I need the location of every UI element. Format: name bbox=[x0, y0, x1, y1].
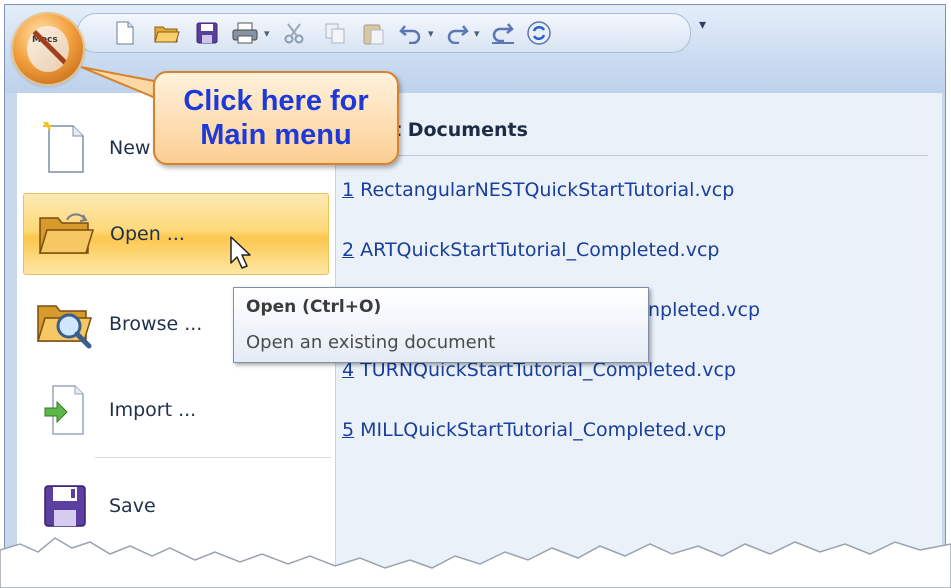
recent-document-item[interactable]: 1 RectangularNESTQuickStartTutorial.vcp bbox=[342, 179, 734, 201]
recent-item-name: RectangularNESTQuickStartTutorial.vcp bbox=[354, 179, 735, 201]
app-logo-icon: Mecs bbox=[27, 26, 69, 72]
recent-document-item[interactable]: 2 ARTQuickStartTutorial_Completed.vcp bbox=[342, 239, 719, 261]
callout-line-2: Main menu bbox=[200, 119, 352, 151]
menu-item-browse-label: Browse ... bbox=[109, 313, 203, 335]
redo-all-icon[interactable] bbox=[490, 20, 516, 46]
tooltip-description: Open an existing document bbox=[246, 332, 496, 353]
browse-folder-icon bbox=[33, 292, 97, 356]
recent-item-number: 5 bbox=[342, 419, 355, 441]
undo-dropdown-arrow-icon[interactable]: ▾ bbox=[428, 27, 434, 40]
tooltip-title: Open (Ctrl+O) bbox=[246, 297, 382, 317]
print-icon[interactable] bbox=[232, 20, 258, 46]
customize-toolbar-arrow-icon[interactable]: ▾ bbox=[699, 17, 706, 33]
save-icon[interactable] bbox=[194, 20, 220, 46]
new-document-icon bbox=[33, 116, 97, 180]
new-file-icon[interactable] bbox=[112, 20, 138, 46]
recent-item-number: 2 bbox=[342, 239, 355, 261]
recent-item-name: npleted.vcp bbox=[648, 299, 761, 321]
recent-item-number: 1 bbox=[342, 179, 355, 201]
recent-item-name: ARTQuickStartTutorial_Completed.vcp bbox=[354, 239, 720, 261]
cut-icon[interactable] bbox=[282, 20, 308, 46]
recent-document-item[interactable]: 5 MILLQuickStartTutorial_Completed.vcp bbox=[342, 419, 726, 441]
paste-icon[interactable] bbox=[360, 20, 386, 46]
menu-separator bbox=[95, 457, 331, 458]
menu-item-open[interactable]: Open ... bbox=[23, 193, 329, 275]
redo-icon[interactable] bbox=[444, 20, 470, 46]
quick-access-toolbar: ▾ ▾ ▾ bbox=[77, 13, 691, 53]
import-icon bbox=[33, 378, 97, 442]
open-folder-icon bbox=[34, 202, 98, 266]
recent-documents-title: t Documents bbox=[392, 119, 528, 141]
open-tooltip: Open (Ctrl+O) Open an existing document bbox=[233, 287, 649, 363]
office-menu-window: ▾ ▾ ▾ ▾ Mecs bbox=[4, 4, 946, 588]
recent-item-name: MILLQuickStartTutorial_Completed.vcp bbox=[354, 419, 727, 441]
print-dropdown-arrow-icon[interactable]: ▾ bbox=[264, 27, 270, 40]
recent-document-item[interactable]: npleted.vcp bbox=[648, 299, 760, 321]
menu-item-new-label: New bbox=[109, 137, 151, 159]
main-menu-callout: Click here for Main menu bbox=[153, 71, 399, 165]
mouse-pointer-icon bbox=[230, 236, 251, 269]
callout-line-1: Click here for bbox=[183, 85, 369, 117]
menu-item-import-label: Import ... bbox=[109, 399, 197, 421]
main-menu-button[interactable]: Mecs bbox=[13, 14, 83, 84]
torn-edge-decoration bbox=[0, 537, 951, 588]
copy-icon[interactable] bbox=[322, 20, 348, 46]
menu-item-import[interactable]: Import ... bbox=[23, 369, 329, 451]
menu-item-open-label: Open ... bbox=[110, 223, 185, 245]
redo-dropdown-arrow-icon[interactable]: ▾ bbox=[474, 27, 480, 40]
undo-icon[interactable] bbox=[398, 20, 424, 46]
open-folder-icon[interactable] bbox=[154, 20, 180, 46]
refresh-icon[interactable] bbox=[526, 20, 552, 46]
recent-separator bbox=[338, 155, 928, 156]
